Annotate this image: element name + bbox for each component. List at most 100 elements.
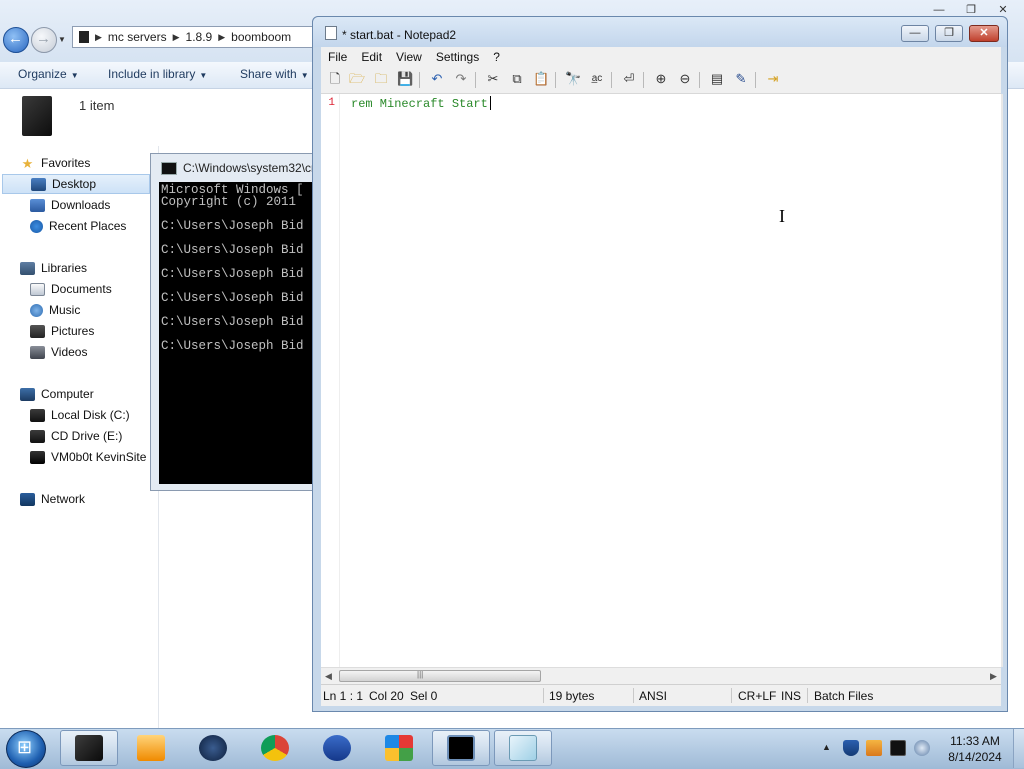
redo-icon[interactable]: ↷ xyxy=(453,71,469,87)
close-button[interactable]: ✕ xyxy=(969,25,999,42)
zoom-in-icon[interactable]: ⊕ xyxy=(653,71,669,87)
copy-icon[interactable]: ⧉ xyxy=(509,71,525,87)
save-icon[interactable]: 💾 xyxy=(397,71,413,87)
show-hidden-icons-button[interactable]: ▲ xyxy=(822,742,831,752)
share-with-button[interactable]: Share with ▼ xyxy=(240,67,309,81)
chevron-right-icon[interactable]: ▶ xyxy=(95,32,102,43)
horizontal-scrollbar[interactable]: ◀ ||| ▶ xyxy=(321,667,1001,685)
back-button[interactable] xyxy=(3,27,29,53)
nav-label: CD Drive (E:) xyxy=(51,429,123,443)
chevron-right-icon[interactable]: ▶ xyxy=(173,32,180,43)
menu-help[interactable]: ? xyxy=(486,50,507,64)
text-caret xyxy=(490,96,491,110)
cut-icon[interactable]: ✂ xyxy=(485,71,501,87)
menu-view[interactable]: View xyxy=(389,50,429,64)
nav-label: Pictures xyxy=(51,324,95,338)
console-output[interactable]: Microsoft Windows [ Copyright (c) 2011 C… xyxy=(159,182,321,484)
recent-places-icon xyxy=(30,219,43,233)
nav-network[interactable]: Network xyxy=(20,489,170,509)
minimize-button[interactable]: — xyxy=(901,25,929,42)
scroll-left-icon[interactable]: ◀ xyxy=(325,671,332,682)
scheme-icon[interactable]: ▤ xyxy=(709,71,725,87)
include-label: Include in library xyxy=(108,67,196,81)
monitor-icon[interactable] xyxy=(890,740,906,756)
menu-file[interactable]: File xyxy=(321,50,354,64)
nav-libraries[interactable]: Libraries xyxy=(20,258,170,278)
breadcrumb-item[interactable]: boomboom xyxy=(231,30,291,44)
toolbar-separator xyxy=(755,72,756,88)
status-encoding[interactable]: ANSI xyxy=(639,689,667,703)
globe-icon xyxy=(199,735,227,761)
chevron-right-icon[interactable]: ▶ xyxy=(218,32,225,43)
malwarebytes-icon xyxy=(323,735,351,761)
customize-schemes-icon[interactable]: ✎ xyxy=(733,71,749,87)
breadcrumb-item[interactable]: mc servers xyxy=(108,30,167,44)
address-bar[interactable]: ▶ mc servers ▶ 1.8.9 ▶ boomboom xyxy=(72,26,317,48)
code-line[interactable]: rem Minecraft Start xyxy=(351,97,488,111)
taskbar-globe-button[interactable] xyxy=(184,730,242,766)
volume-icon[interactable] xyxy=(914,740,930,756)
toolbar: 🗋 🗁 🗀 💾 ↶ ↷ ✂ ⧉ 📋 🔭 a̲c ⏎ ⊕ ⊖ ▤ ✎ ⇥ xyxy=(321,67,1001,94)
taskbar-avg-button[interactable] xyxy=(370,730,428,766)
breadcrumb-item[interactable]: 1.8.9 xyxy=(186,30,213,44)
scroll-right-icon[interactable]: ▶ xyxy=(990,671,997,682)
nav-desktop[interactable]: Desktop xyxy=(2,174,150,194)
taskbar-media-button[interactable] xyxy=(122,730,180,766)
toolbar-separator xyxy=(475,72,476,88)
organize-menu-button[interactable]: Organize ▼ xyxy=(18,67,79,81)
nav-computer[interactable]: Computer xyxy=(20,384,170,404)
browse-icon[interactable]: 🗀 xyxy=(373,71,389,87)
paste-icon[interactable]: 📋 xyxy=(533,71,549,87)
new-file-icon[interactable]: 🗋 xyxy=(327,71,343,87)
nav-favorites[interactable]: ★ Favorites xyxy=(20,153,170,173)
cmd-window[interactable]: C:\Windows\system32\cmd.exe Microsoft Wi… xyxy=(150,153,321,491)
desktop-icon xyxy=(31,177,46,191)
start-button[interactable] xyxy=(6,730,46,768)
menu-edit[interactable]: Edit xyxy=(354,50,389,64)
include-in-library-button[interactable]: Include in library ▼ xyxy=(108,67,207,81)
toolbar-separator xyxy=(555,72,556,88)
toolbar-separator xyxy=(611,72,612,88)
nav-label: Music xyxy=(49,303,81,317)
taskbar-explorer-button[interactable] xyxy=(60,730,118,766)
shield-icon[interactable] xyxy=(843,740,859,756)
taskbar-malwarebytes-button[interactable] xyxy=(308,730,366,766)
status-insert-mode[interactable]: INS xyxy=(781,689,801,703)
system-clock[interactable]: 11:33 AM 8/14/2024 xyxy=(940,733,1010,765)
menu-settings[interactable]: Settings xyxy=(429,50,486,64)
exit-icon[interactable]: ⇥ xyxy=(765,71,781,87)
status-column: Col 20 xyxy=(369,689,404,703)
toolbar-separator xyxy=(643,72,644,88)
chrome-icon xyxy=(261,735,289,761)
notepad2-window[interactable]: * start.bat - Notepad2 — ❐ ✕ File Edit V… xyxy=(312,16,1008,712)
nav-label: Computer xyxy=(41,387,94,401)
taskbar-cmd-button[interactable] xyxy=(432,730,490,766)
replace-icon[interactable]: a̲c xyxy=(589,71,605,87)
status-bar: Ln 1 : 1 Col 20 Sel 0 19 bytes ANSI CR+L… xyxy=(321,684,1001,706)
network-drive-icon xyxy=(30,450,45,464)
status-lexer[interactable]: Batch Files xyxy=(814,689,873,703)
zoom-out-icon[interactable]: ⊖ xyxy=(677,71,693,87)
update-warning-icon[interactable] xyxy=(866,740,882,756)
undo-icon[interactable]: ↶ xyxy=(429,71,445,87)
nav-label: Favorites xyxy=(41,156,91,170)
recent-pages-dropdown-icon[interactable]: ▼ xyxy=(58,35,66,44)
ibeam-cursor-icon: I xyxy=(779,206,785,226)
show-desktop-button[interactable] xyxy=(1013,729,1024,768)
cmd-titlebar[interactable]: C:\Windows\system32\cmd.exe xyxy=(151,154,321,182)
word-wrap-icon[interactable]: ⏎ xyxy=(621,71,637,87)
open-file-icon[interactable]: 🗁 xyxy=(349,71,365,87)
scrollbar-thumb[interactable] xyxy=(339,670,541,682)
taskbar-notepad2-button[interactable] xyxy=(494,730,552,766)
taskbar-chrome-button[interactable] xyxy=(246,730,304,766)
maximize-button[interactable]: ❐ xyxy=(935,25,963,42)
status-eol[interactable]: CR+LF xyxy=(738,689,776,703)
toolbar-separator xyxy=(419,72,420,88)
find-icon[interactable]: 🔭 xyxy=(565,71,581,87)
forward-button[interactable] xyxy=(31,27,57,53)
text-editor[interactable]: 1 rem Minecraft Start xyxy=(321,94,1001,667)
notepad-icon xyxy=(509,735,537,761)
console-line: C:\Users\Joseph Bid xyxy=(161,267,304,281)
nav-label: Local Disk (C:) xyxy=(51,408,130,422)
downloads-icon xyxy=(30,198,45,212)
